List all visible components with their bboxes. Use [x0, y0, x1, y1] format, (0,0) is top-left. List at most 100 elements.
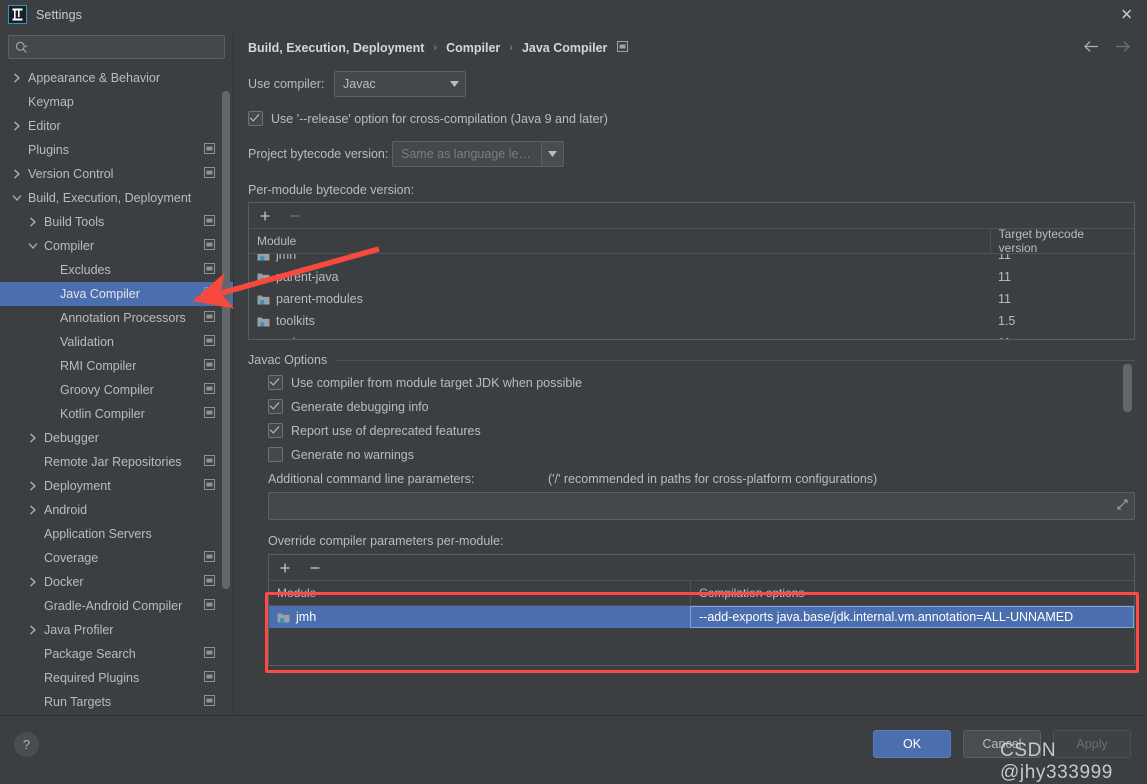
module-cell[interactable]: toolkits: [249, 310, 990, 332]
javac-option-generate-debugging-info-checkbox[interactable]: [268, 399, 283, 414]
external-window-icon[interactable]: [204, 455, 215, 469]
sidebar-item-package-search[interactable]: Package Search: [0, 642, 233, 666]
sidebar-item-android[interactable]: Android: [0, 498, 233, 522]
chevron-right-icon[interactable]: [26, 577, 39, 587]
target-bytecode-cell[interactable]: 11: [990, 254, 1134, 266]
sidebar-item-editor[interactable]: Editor: [0, 114, 233, 138]
sidebar-item-version-control[interactable]: Version Control: [0, 162, 233, 186]
plus-icon[interactable]: [257, 208, 273, 224]
external-window-icon[interactable]: [204, 647, 215, 661]
external-window-icon[interactable]: [204, 287, 215, 301]
plus-icon[interactable]: [277, 560, 293, 576]
target-bytecode-cell[interactable]: 11: [990, 288, 1134, 310]
per-module-table-scrollbar-thumb[interactable]: [1123, 364, 1132, 412]
sidebar-item-java-profiler[interactable]: Java Profiler: [0, 618, 233, 642]
sidebar-item-groovy-compiler[interactable]: Groovy Compiler: [0, 378, 233, 402]
close-icon[interactable]: ✕: [1120, 7, 1133, 22]
sidebar-item-compiler[interactable]: Compiler: [0, 234, 233, 258]
external-window-icon[interactable]: [204, 167, 215, 181]
external-window-icon[interactable]: [204, 143, 215, 157]
javac-option-report-use-of-deprecated-features-row[interactable]: Report use of deprecated features: [268, 423, 1135, 438]
ok-button[interactable]: OK: [873, 730, 951, 758]
project-bytecode-combobox[interactable]: Same as language level: [392, 141, 564, 167]
use-release-option-checkbox[interactable]: [248, 111, 263, 126]
chevron-down-icon[interactable]: [10, 194, 23, 202]
external-window-icon[interactable]: [204, 215, 215, 229]
sidebar-item-debugger[interactable]: Debugger: [0, 426, 233, 450]
column-header-compilation-options[interactable]: Compilation options: [691, 581, 1134, 605]
sidebar-item-build-execution-deployment[interactable]: Build, Execution, Deployment: [0, 186, 233, 210]
chevron-right-icon[interactable]: [26, 625, 39, 635]
breadcrumb-part-2[interactable]: Compiler: [446, 41, 500, 55]
override-table-body[interactable]: jmh --add-exports java.base/jdk.internal.…: [269, 606, 1134, 628]
expand-icon[interactable]: [1117, 499, 1128, 513]
settings-tree[interactable]: Appearance & Behavior Keymap Editor Plugins…: [0, 64, 233, 715]
sidebar-item-run-targets[interactable]: Run Targets: [0, 690, 233, 714]
arrow-right-icon[interactable]: [1114, 40, 1131, 56]
chevron-right-icon[interactable]: [10, 121, 23, 131]
per-module-table-body[interactable]: jmh 11 parent-java 11 parent-modules 11 toolki…: [249, 254, 1134, 339]
external-window-icon[interactable]: [617, 41, 629, 55]
external-window-icon[interactable]: [204, 239, 215, 253]
arrow-left-icon[interactable]: [1083, 40, 1100, 56]
javac-option-generate-no-warnings-checkbox[interactable]: [268, 447, 283, 462]
column-header-module[interactable]: Module: [269, 581, 691, 605]
external-window-icon[interactable]: [204, 671, 215, 685]
chevron-right-icon[interactable]: [26, 217, 39, 227]
external-window-icon[interactable]: [204, 407, 215, 421]
sidebar-item-kotlin-compiler[interactable]: Kotlin Compiler: [0, 402, 233, 426]
sidebar-item-validation[interactable]: Validation: [0, 330, 233, 354]
sidebar-item-coverage[interactable]: Coverage: [0, 546, 233, 570]
chevron-right-icon[interactable]: [10, 169, 23, 179]
javac-option-use-compiler-from-module-target-jdk-when-possible-checkbox[interactable]: [268, 375, 283, 390]
javac-option-use-compiler-from-module-target-jdk-when-possible-row[interactable]: Use compiler from module target JDK when…: [268, 375, 1135, 390]
table-row[interactable]: xml 11: [249, 332, 1134, 339]
external-window-icon[interactable]: [204, 359, 215, 373]
chevron-down-icon[interactable]: [541, 142, 563, 166]
external-window-icon[interactable]: [204, 575, 215, 589]
table-row[interactable]: jmh 11: [249, 254, 1134, 266]
javac-option-report-use-of-deprecated-features-checkbox[interactable]: [268, 423, 283, 438]
module-cell[interactable]: parent-modules: [249, 288, 990, 310]
target-bytecode-cell[interactable]: 1.5: [990, 310, 1134, 332]
javac-option-generate-no-warnings-row[interactable]: Generate no warnings: [268, 447, 1135, 462]
sidebar-item-appearance-behavior[interactable]: Appearance & Behavior: [0, 66, 233, 90]
question-mark-icon[interactable]: ?: [14, 731, 39, 757]
external-window-icon[interactable]: [204, 263, 215, 277]
chevron-right-icon[interactable]: [10, 73, 23, 83]
chevron-down-icon[interactable]: [26, 242, 39, 250]
additional-params-input[interactable]: [268, 492, 1135, 520]
column-header-module[interactable]: Module: [249, 229, 991, 253]
sidebar-item-rmi-compiler[interactable]: RMI Compiler: [0, 354, 233, 378]
sidebar-scrollbar-thumb[interactable]: [222, 91, 230, 589]
target-bytecode-cell[interactable]: 11: [990, 266, 1134, 288]
chevron-down-icon[interactable]: [444, 72, 465, 96]
table-row[interactable]: parent-modules 11: [249, 288, 1134, 310]
external-window-icon[interactable]: [204, 335, 215, 349]
breadcrumb-part-1[interactable]: Build, Execution, Deployment: [248, 41, 424, 55]
sidebar-item-docker[interactable]: Docker: [0, 570, 233, 594]
chevron-right-icon[interactable]: [26, 481, 39, 491]
external-window-icon[interactable]: [204, 383, 215, 397]
module-cell[interactable]: parent-java: [249, 266, 990, 288]
sidebar-item-deployment[interactable]: Deployment: [0, 474, 233, 498]
table-row[interactable]: jmh --add-exports java.base/jdk.internal.…: [269, 606, 1134, 628]
use-release-option-checkbox-row[interactable]: Use '--release' option for cross-compila…: [248, 111, 1135, 126]
sidebar-item-excludes[interactable]: Excludes: [0, 258, 233, 282]
javac-option-generate-debugging-info-row[interactable]: Generate debugging info: [268, 399, 1135, 414]
sidebar-item-keymap[interactable]: Keymap: [0, 90, 233, 114]
external-window-icon[interactable]: [204, 599, 215, 613]
sidebar-item-plugins[interactable]: Plugins: [0, 138, 233, 162]
external-window-icon[interactable]: [204, 479, 215, 493]
module-cell[interactable]: jmh: [269, 606, 690, 628]
sidebar-item-annotation-processors[interactable]: Annotation Processors: [0, 306, 233, 330]
module-cell[interactable]: jmh: [249, 254, 990, 266]
external-window-icon[interactable]: [204, 695, 215, 709]
sidebar-item-required-plugins[interactable]: Required Plugins: [0, 666, 233, 690]
sidebar-item-java-compiler[interactable]: Java Compiler: [0, 282, 233, 306]
compilation-options-cell[interactable]: --add-exports java.base/jdk.internal.vm.…: [690, 606, 1134, 628]
sidebar-item-application-servers[interactable]: Application Servers: [0, 522, 233, 546]
search-input[interactable]: [28, 40, 218, 54]
search-box[interactable]: [8, 35, 225, 59]
table-row[interactable]: parent-java 11: [249, 266, 1134, 288]
